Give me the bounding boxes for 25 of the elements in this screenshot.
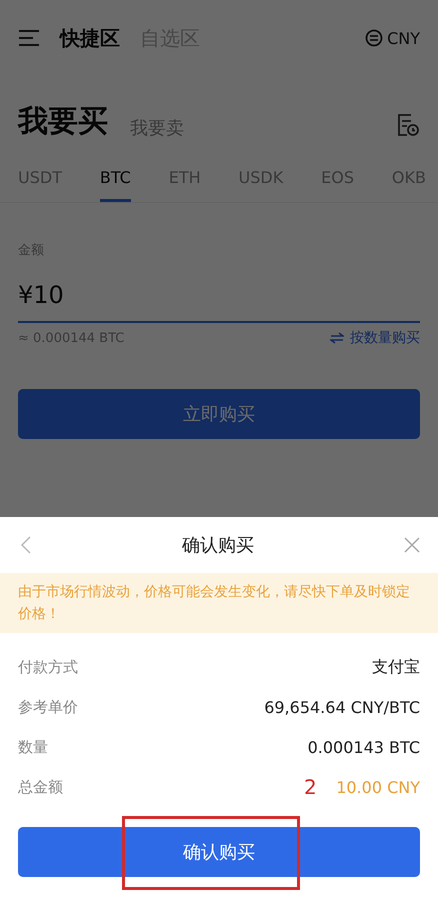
dialog-title: 确认购买: [182, 534, 254, 557]
exchange-icon[interactable]: [365, 29, 384, 47]
confirm-button[interactable]: 确认购买: [18, 827, 420, 877]
detail-label: 数量: [18, 738, 48, 756]
annotation-number: 2: [304, 775, 317, 799]
mode-tab[interactable]: 我要买: [18, 101, 108, 142]
swap-icon: [330, 332, 344, 344]
coin-tab[interactable]: BTC: [100, 158, 131, 202]
amount-field[interactable]: ¥10: [18, 263, 420, 323]
top-tab[interactable]: 快捷区: [60, 24, 120, 52]
detail-value: 支付宝: [372, 656, 420, 678]
buy-now-button[interactable]: 立即购买: [18, 389, 420, 439]
switch-link[interactable]: 按数量购买: [330, 329, 420, 347]
order-history-icon[interactable]: [396, 112, 420, 138]
detail-label: 付款方式: [18, 658, 78, 676]
detail-value: 10.00 CNY: [336, 778, 420, 796]
detail-value: 69,654.64 CNY/BTC: [264, 698, 420, 716]
back-icon[interactable]: [20, 535, 32, 555]
detail-value: 0.000143 BTC: [308, 738, 420, 756]
menu-icon[interactable]: [18, 29, 40, 47]
detail-label: 参考单价: [18, 698, 78, 716]
close-icon[interactable]: [404, 537, 420, 553]
warning-banner: 由于市场行情波动，价格可能会发生变化，请尽快下单及时锁定价格！: [0, 573, 438, 633]
detail-label: 总金额: [18, 778, 63, 796]
currency-code[interactable]: CNY: [387, 28, 420, 48]
